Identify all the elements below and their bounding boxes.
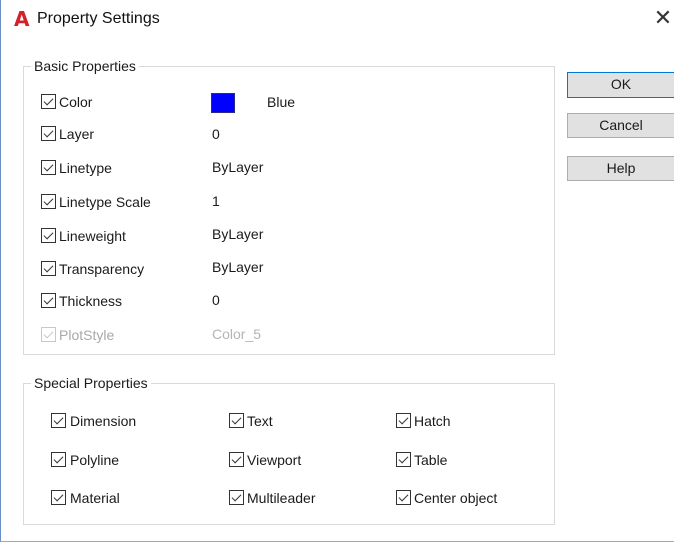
layer-value: 0 bbox=[212, 126, 220, 142]
plotstyle-value: Color_5 bbox=[212, 326, 262, 342]
linetype-scale-value: 1 bbox=[212, 193, 220, 209]
transparency-checkbox[interactable] bbox=[41, 261, 56, 276]
color-value: Blue bbox=[267, 94, 296, 110]
plotstyle-checkbox bbox=[41, 327, 56, 342]
text-label[interactable]: Text bbox=[247, 413, 273, 429]
lineweight-checkbox[interactable] bbox=[41, 228, 56, 243]
table-label[interactable]: Table bbox=[414, 452, 447, 468]
property-settings-dialog: A Property Settings ✕ Basic Properties C… bbox=[0, 0, 674, 542]
hatch-label[interactable]: Hatch bbox=[414, 413, 451, 429]
ok-button[interactable]: OK bbox=[567, 72, 674, 98]
color-swatch bbox=[211, 93, 235, 113]
thickness-value: 0 bbox=[212, 292, 220, 308]
plotstyle-label: PlotStyle bbox=[59, 327, 115, 343]
cancel-button[interactable]: Cancel bbox=[567, 113, 674, 138]
lineweight-label[interactable]: Lineweight bbox=[59, 228, 126, 244]
material-label[interactable]: Material bbox=[70, 490, 120, 506]
layer-checkbox[interactable] bbox=[41, 126, 56, 141]
color-checkbox[interactable] bbox=[41, 94, 56, 109]
dimension-label[interactable]: Dimension bbox=[70, 413, 136, 429]
multileader-label[interactable]: Multileader bbox=[247, 490, 315, 506]
basic-properties-legend: Basic Properties bbox=[34, 58, 136, 74]
autocad-app-icon: A bbox=[14, 7, 30, 31]
dimension-checkbox[interactable] bbox=[51, 413, 66, 428]
polyline-checkbox[interactable] bbox=[51, 452, 66, 467]
layer-label[interactable]: Layer bbox=[59, 126, 94, 142]
help-button[interactable]: Help bbox=[567, 156, 674, 181]
dialog-title: Property Settings bbox=[37, 10, 160, 27]
center-object-checkbox[interactable] bbox=[396, 490, 411, 505]
hatch-checkbox[interactable] bbox=[396, 413, 411, 428]
thickness-label[interactable]: Thickness bbox=[59, 293, 122, 309]
transparency-value: ByLayer bbox=[212, 259, 264, 275]
close-icon[interactable]: ✕ bbox=[651, 6, 674, 34]
viewport-checkbox[interactable] bbox=[229, 452, 244, 467]
special-properties-legend: Special Properties bbox=[34, 375, 148, 391]
color-label[interactable]: Color bbox=[59, 94, 92, 110]
center-object-label[interactable]: Center object bbox=[414, 490, 497, 506]
viewport-label[interactable]: Viewport bbox=[247, 452, 301, 468]
linetype-scale-label[interactable]: Linetype Scale bbox=[59, 194, 151, 210]
lineweight-value: ByLayer bbox=[212, 226, 264, 242]
linetype-checkbox[interactable] bbox=[41, 160, 56, 175]
linetype-value: ByLayer bbox=[212, 159, 264, 175]
table-checkbox[interactable] bbox=[396, 452, 411, 467]
linetype-scale-checkbox[interactable] bbox=[41, 194, 56, 209]
transparency-label[interactable]: Transparency bbox=[59, 261, 144, 277]
title-bar: A Property Settings ✕ bbox=[1, 0, 674, 40]
linetype-label[interactable]: Linetype bbox=[59, 160, 112, 176]
multileader-checkbox[interactable] bbox=[229, 490, 244, 505]
thickness-checkbox[interactable] bbox=[41, 293, 56, 308]
polyline-label[interactable]: Polyline bbox=[70, 452, 119, 468]
material-checkbox[interactable] bbox=[51, 490, 66, 505]
text-checkbox[interactable] bbox=[229, 413, 244, 428]
